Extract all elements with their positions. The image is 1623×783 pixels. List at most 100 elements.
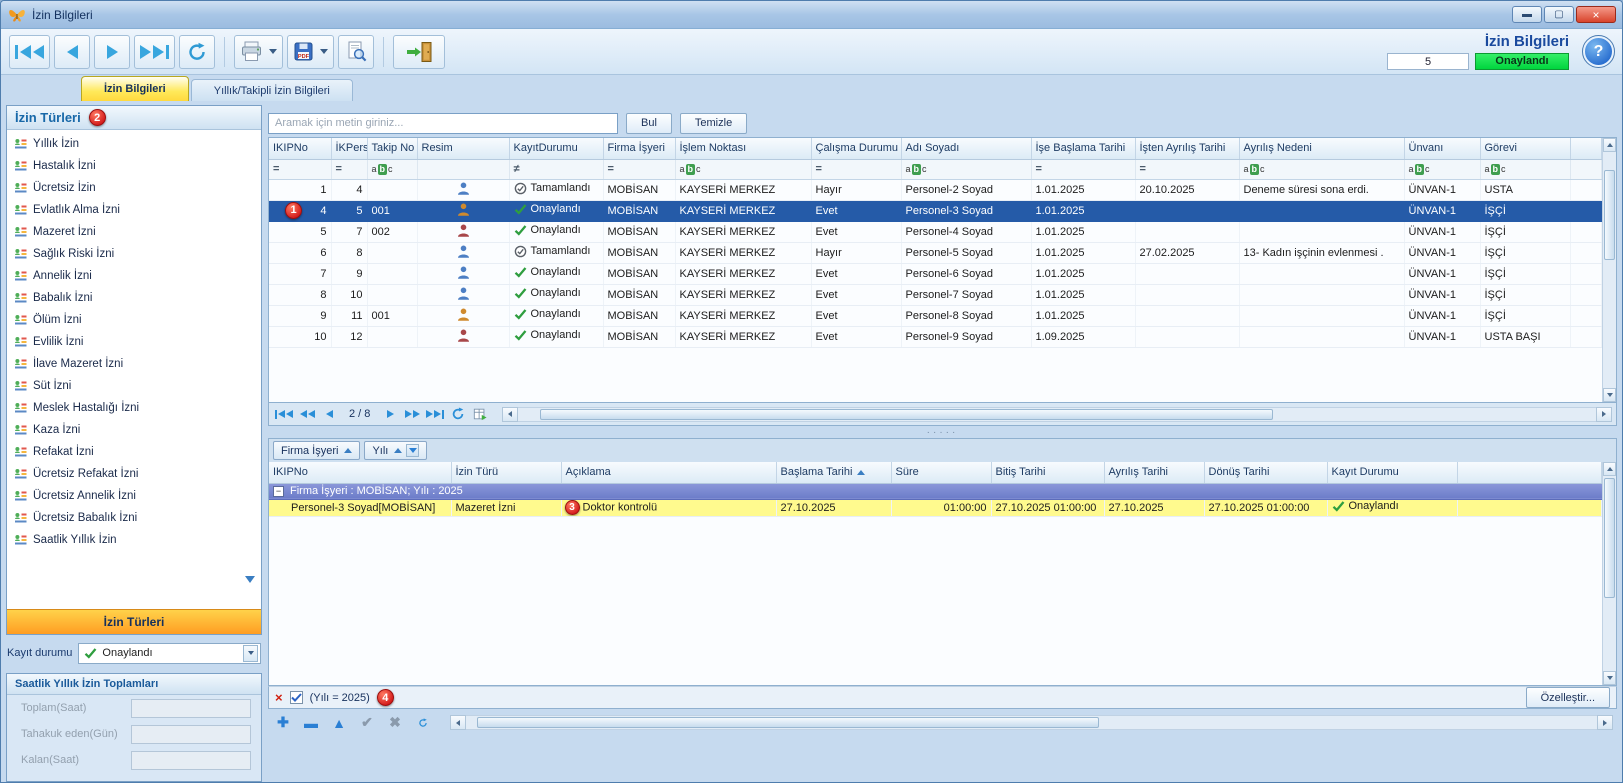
sidebar-item-süt-i̇zni[interactable]: Süt İzni xyxy=(7,375,261,397)
pager-next-group-button[interactable] xyxy=(402,405,422,423)
exit-button[interactable] xyxy=(393,35,445,69)
filter-row-cell[interactable]: = xyxy=(269,159,331,179)
column-header[interactable]: Bitiş Tarihi xyxy=(991,462,1104,483)
column-header[interactable]: Süre xyxy=(891,462,991,483)
group-row[interactable]: −Firma İşyeri : MOBİSAN; Yılı : 2025 xyxy=(269,483,1602,499)
scrollbar-thumb[interactable] xyxy=(540,409,1273,420)
column-header[interactable]: IKIPNo xyxy=(269,462,451,483)
print-preview-button[interactable] xyxy=(338,35,374,69)
sidebar-item-evlatlık-alma-i̇zni[interactable]: Evlatlık Alma İzni xyxy=(7,199,261,221)
employee-row[interactable]: 415001OnaylandıMOBİSANKAYSERİ MERKEZEvet… xyxy=(269,200,1602,221)
filter-row-cell[interactable]: = xyxy=(1031,159,1135,179)
filter-enabled-checkbox[interactable] xyxy=(290,691,303,704)
find-button[interactable]: Bul xyxy=(626,113,672,134)
tab-yillik-takipli-izin-bilgileri[interactable]: Yıllık/Takipli İzin Bilgileri xyxy=(191,79,353,101)
minimize-button[interactable]: ▬ xyxy=(1512,6,1542,23)
leave-grid-horizontal-scrollbar[interactable] xyxy=(450,715,1613,731)
pager-prev-button[interactable] xyxy=(319,405,339,423)
scroll-up-icon[interactable] xyxy=(1603,138,1616,152)
sidebar-item-annelik-i̇zni[interactable]: Annelik İzni xyxy=(7,265,261,287)
filter-row-cell[interactable]: abc xyxy=(1480,159,1570,179)
column-header[interactable]: İKPers xyxy=(331,138,367,159)
filter-row-cell[interactable]: = xyxy=(331,159,367,179)
column-header[interactable]: Resim xyxy=(417,138,509,159)
close-button[interactable]: × xyxy=(1576,6,1616,23)
employee-row[interactable]: 68TamamlandıMOBİSANKAYSERİ MERKEZHayırPe… xyxy=(269,242,1602,263)
tab-izin-bilgileri[interactable]: İzin Bilgileri xyxy=(81,76,189,101)
column-header[interactable]: Açıklama xyxy=(561,462,776,483)
column-header[interactable]: Firma İşyeri xyxy=(603,138,675,159)
sidebar-item-ücretsiz-i̇zin[interactable]: Ücretsiz İzin xyxy=(7,177,261,199)
column-header[interactable]: Çalışma Durumu xyxy=(811,138,901,159)
column-header[interactable]: İşe Başlama Tarihi xyxy=(1031,138,1135,159)
sidebar-item-refakat-i̇zni[interactable]: Refakat İzni xyxy=(7,441,261,463)
sidebar-item-ölüm-i̇zni[interactable]: Ölüm İzni xyxy=(7,309,261,331)
scroll-left-icon[interactable] xyxy=(450,715,466,730)
scroll-up-icon[interactable] xyxy=(1603,462,1616,476)
cancel-edit-button[interactable]: ✖ xyxy=(384,712,406,733)
employee-row[interactable]: 1012OnaylandıMOBİSANKAYSERİ MERKEZEvetPe… xyxy=(269,326,1602,347)
column-header[interactable]: Ayrılış Nedeni xyxy=(1239,138,1404,159)
refresh-records-button[interactable] xyxy=(412,712,434,733)
sidebar-item-sağlık-riski-i̇zni[interactable]: Sağlık Riski İzni xyxy=(7,243,261,265)
sidebar-item-saatlik-yıllık-i̇zin[interactable]: Saatlik Yıllık İzin xyxy=(7,529,261,551)
column-header[interactable]: Dönüş Tarihi xyxy=(1204,462,1327,483)
pager-next-button[interactable] xyxy=(380,405,400,423)
refresh-button[interactable] xyxy=(179,35,215,69)
filter-row-cell[interactable]: abc xyxy=(1404,159,1480,179)
accrued-days-field[interactable] xyxy=(131,725,251,744)
column-header[interactable]: Takip No xyxy=(367,138,417,159)
pager-refresh-button[interactable] xyxy=(448,405,468,423)
sidebar-item-hastalık-i̇zni[interactable]: Hastalık İzni xyxy=(7,155,261,177)
column-header[interactable]: Kayıt Durumu xyxy=(1327,462,1457,483)
nav-previous-button[interactable] xyxy=(54,35,90,69)
column-filter-button[interactable] xyxy=(406,444,419,457)
delete-record-button[interactable]: ▬ xyxy=(300,712,322,733)
scroll-right-icon[interactable] xyxy=(1597,715,1613,730)
record-status-combobox[interactable]: Onaylandı xyxy=(78,643,261,664)
filter-row-cell[interactable]: abc xyxy=(675,159,811,179)
employees-grid-vertical-scrollbar[interactable] xyxy=(1602,138,1616,402)
filter-row-cell[interactable]: = xyxy=(603,159,675,179)
print-dropdown-arrow[interactable] xyxy=(269,49,277,54)
scrollbar-thumb[interactable] xyxy=(1604,170,1615,260)
sidebar-item-evlilik-i̇zni[interactable]: Evlilik İzni xyxy=(7,331,261,353)
employee-row[interactable]: 79OnaylandıMOBİSANKAYSERİ MERKEZEvetPers… xyxy=(269,263,1602,284)
scrollbar-thumb[interactable] xyxy=(477,717,1099,728)
collapse-group-icon[interactable]: − xyxy=(273,486,284,497)
column-header[interactable]: Görevi xyxy=(1480,138,1570,159)
filter-row-cell[interactable]: abc xyxy=(1239,159,1404,179)
column-header[interactable]: Adı Soyadı xyxy=(901,138,1031,159)
employee-row[interactable]: 14TamamlandıMOBİSANKAYSERİ MERKEZHayırPe… xyxy=(269,179,1602,200)
add-record-button[interactable]: ✚ xyxy=(272,712,294,733)
sidebar-item-mazeret-i̇zni[interactable]: Mazeret İzni xyxy=(7,221,261,243)
scrollbar-thumb[interactable] xyxy=(1604,478,1615,598)
sidebar-item-kaza-i̇zni[interactable]: Kaza İzni xyxy=(7,419,261,441)
employee-row[interactable]: 911001OnaylandıMOBİSANKAYSERİ MERKEZEvet… xyxy=(269,305,1602,326)
column-header[interactable]: Ünvanı xyxy=(1404,138,1480,159)
column-header[interactable]: Ayrılış Tarihi xyxy=(1104,462,1204,483)
filter-row-cell[interactable]: = xyxy=(811,159,901,179)
pager-first-button[interactable] xyxy=(273,405,295,423)
title-bar[interactable]: İzin Bilgileri ▬ ▢ × xyxy=(1,1,1622,29)
nav-next-button[interactable] xyxy=(94,35,130,69)
search-input[interactable] xyxy=(268,113,618,134)
pdf-dropdown-arrow[interactable] xyxy=(320,49,328,54)
leave-grid-vertical-scrollbar[interactable] xyxy=(1602,462,1616,685)
sidebar-item-ücretsiz-annelik-i̇zni[interactable]: Ücretsiz Annelik İzni xyxy=(7,485,261,507)
column-header[interactable]: IKIPNo xyxy=(269,138,331,159)
help-button[interactable]: ? xyxy=(1583,36,1614,67)
group-chip-yili[interactable]: Yılı xyxy=(364,441,427,460)
remove-filter-button[interactable]: × xyxy=(275,691,283,704)
scroll-left-icon[interactable] xyxy=(502,407,518,422)
scroll-down-icon[interactable] xyxy=(1603,671,1616,685)
active-filter-text[interactable]: (Yılı = 2025) xyxy=(310,692,370,704)
column-header[interactable]: Başlama Tarihi xyxy=(776,462,891,483)
filter-row-cell[interactable]: abc xyxy=(901,159,1031,179)
column-header[interactable]: İzin Türü xyxy=(451,462,561,483)
sidebar-item-ücretsiz-refakat-i̇zni[interactable]: Ücretsiz Refakat İzni xyxy=(7,463,261,485)
sidebar-item-ücretsiz-babalık-i̇zni[interactable]: Ücretsiz Babalık İzni xyxy=(7,507,261,529)
total-hours-field[interactable] xyxy=(131,699,251,718)
customize-filter-button[interactable]: Özelleştir... xyxy=(1526,687,1610,708)
nav-first-button[interactable] xyxy=(9,35,50,69)
